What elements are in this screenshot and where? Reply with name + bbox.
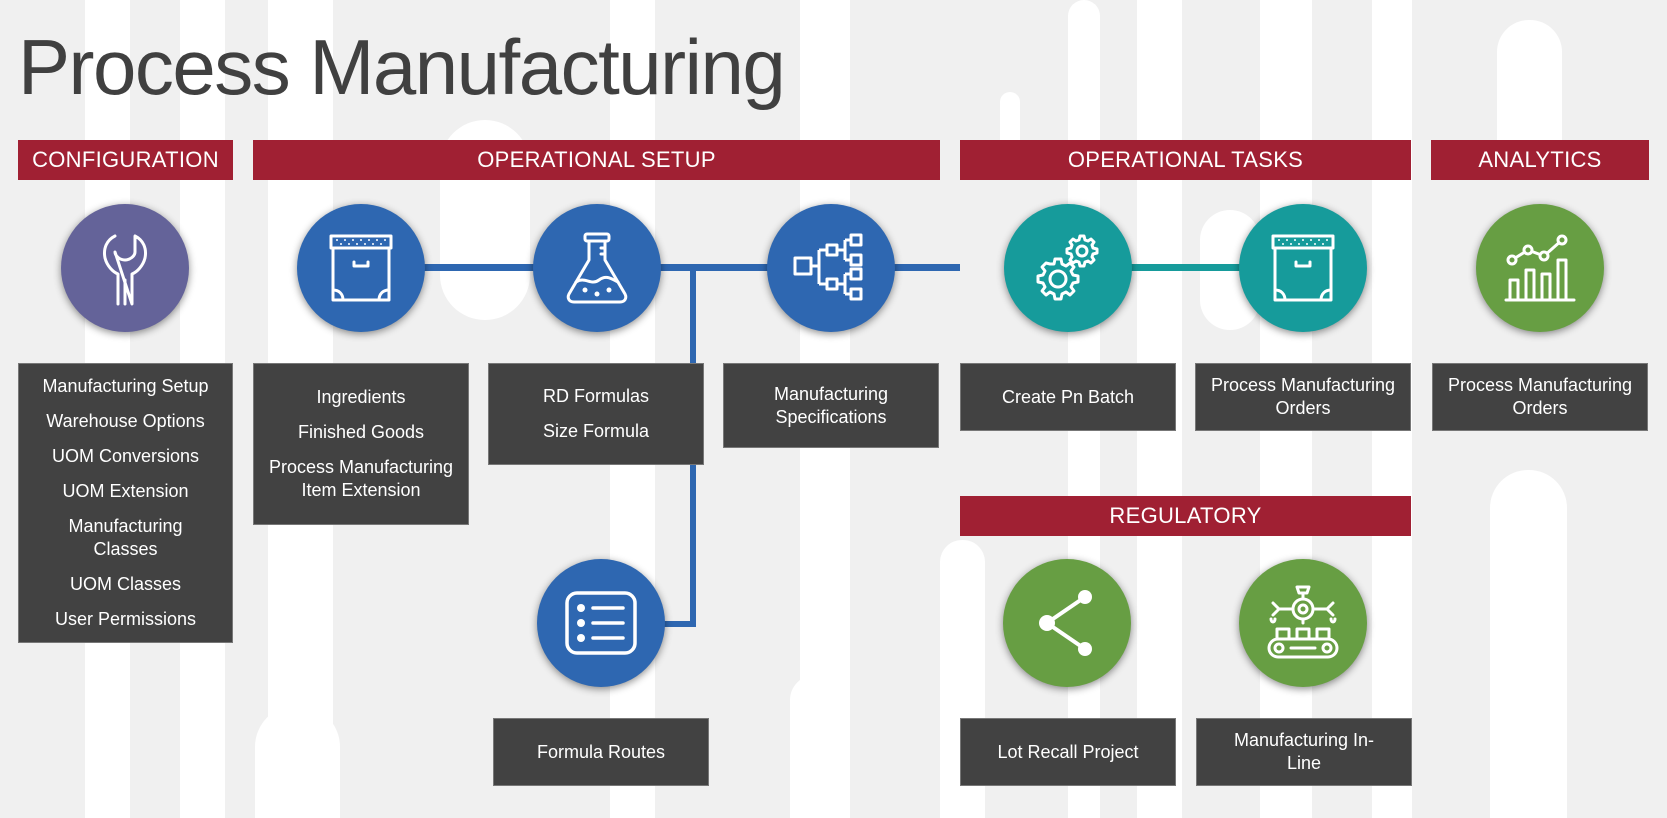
list-item[interactable]: User Permissions bbox=[51, 602, 200, 637]
inline-list: Manufacturing In-Line bbox=[1196, 718, 1412, 786]
configuration-icon-circle bbox=[61, 204, 189, 332]
header-analytics: ANALYTICS bbox=[1431, 140, 1649, 180]
bg-shape bbox=[255, 705, 340, 818]
analytics-icon-circle bbox=[1476, 204, 1604, 332]
share-icon bbox=[1039, 590, 1092, 656]
list-item[interactable]: Warehouse Options bbox=[42, 404, 208, 439]
ingredients-list: Ingredients Finished Goods Process Manuf… bbox=[253, 363, 469, 525]
list-icon bbox=[565, 591, 637, 655]
conveyor-robot-icon bbox=[1267, 585, 1339, 659]
storage-box-icon bbox=[329, 234, 393, 302]
hierarchy-icon bbox=[793, 233, 863, 301]
formulas-icon-circle bbox=[533, 204, 661, 332]
header-operational-setup: OPERATIONAL SETUP bbox=[253, 140, 940, 180]
analytics-list: Process Manufacturing Orders bbox=[1432, 363, 1648, 431]
header-operational-tasks: OPERATIONAL TASKS bbox=[960, 140, 1411, 180]
list-item[interactable]: UOM Conversions bbox=[48, 439, 203, 474]
list-item[interactable]: Finished Goods bbox=[294, 415, 428, 450]
list-item[interactable]: Process Manufacturing Orders bbox=[1440, 374, 1640, 420]
ingredients-icon-circle bbox=[297, 204, 425, 332]
list-item[interactable]: UOM Extension bbox=[58, 474, 192, 509]
list-item[interactable]: Manufacturing Setup bbox=[38, 369, 212, 404]
batch-icon-circle bbox=[1004, 204, 1132, 332]
storage-box-icon bbox=[1271, 234, 1335, 302]
flask-icon bbox=[566, 232, 628, 304]
specifications-list: Manufacturing Specifications bbox=[723, 363, 939, 448]
bg-shape bbox=[1490, 470, 1567, 818]
recall-icon-circle bbox=[1003, 559, 1131, 687]
list-item[interactable]: UOM Classes bbox=[66, 567, 185, 602]
list-item[interactable]: Manufacturing Specifications bbox=[756, 377, 906, 435]
list-item[interactable]: Manufacturing Classes bbox=[51, 509, 201, 567]
header-configuration: CONFIGURATION bbox=[18, 140, 233, 180]
routes-list: Formula Routes bbox=[493, 718, 709, 786]
wrench-icon bbox=[103, 234, 147, 306]
configuration-list: Manufacturing Setup Warehouse Options UO… bbox=[18, 363, 233, 643]
orders-icon-circle bbox=[1239, 204, 1367, 332]
batch-list: Create Pn Batch bbox=[960, 363, 1176, 431]
list-item[interactable]: Lot Recall Project bbox=[993, 735, 1142, 770]
formulas-list: RD Formulas Size Formula bbox=[488, 363, 704, 465]
chart-icon bbox=[1504, 234, 1576, 302]
list-item[interactable]: Size Formula bbox=[539, 414, 653, 449]
list-item[interactable]: Manufacturing In-Line bbox=[1229, 723, 1379, 781]
list-item[interactable]: Formula Routes bbox=[533, 735, 669, 770]
header-regulatory: REGULATORY bbox=[960, 496, 1411, 536]
routes-icon-circle bbox=[537, 559, 665, 687]
list-item[interactable]: Ingredients bbox=[312, 380, 409, 415]
gears-icon bbox=[1036, 234, 1099, 301]
orders-list: Process Manufacturing Orders bbox=[1195, 363, 1411, 431]
bg-shape bbox=[1497, 20, 1562, 160]
list-item[interactable]: Process Manufacturing Item Extension bbox=[261, 450, 461, 508]
list-item[interactable]: Process Manufacturing Orders bbox=[1203, 374, 1403, 420]
page-title: Process Manufacturing bbox=[18, 23, 786, 111]
inline-icon-circle bbox=[1239, 559, 1367, 687]
recall-list: Lot Recall Project bbox=[960, 718, 1176, 786]
list-item[interactable]: Create Pn Batch bbox=[998, 380, 1138, 415]
list-item[interactable]: RD Formulas bbox=[539, 379, 653, 414]
specifications-icon-circle bbox=[767, 204, 895, 332]
